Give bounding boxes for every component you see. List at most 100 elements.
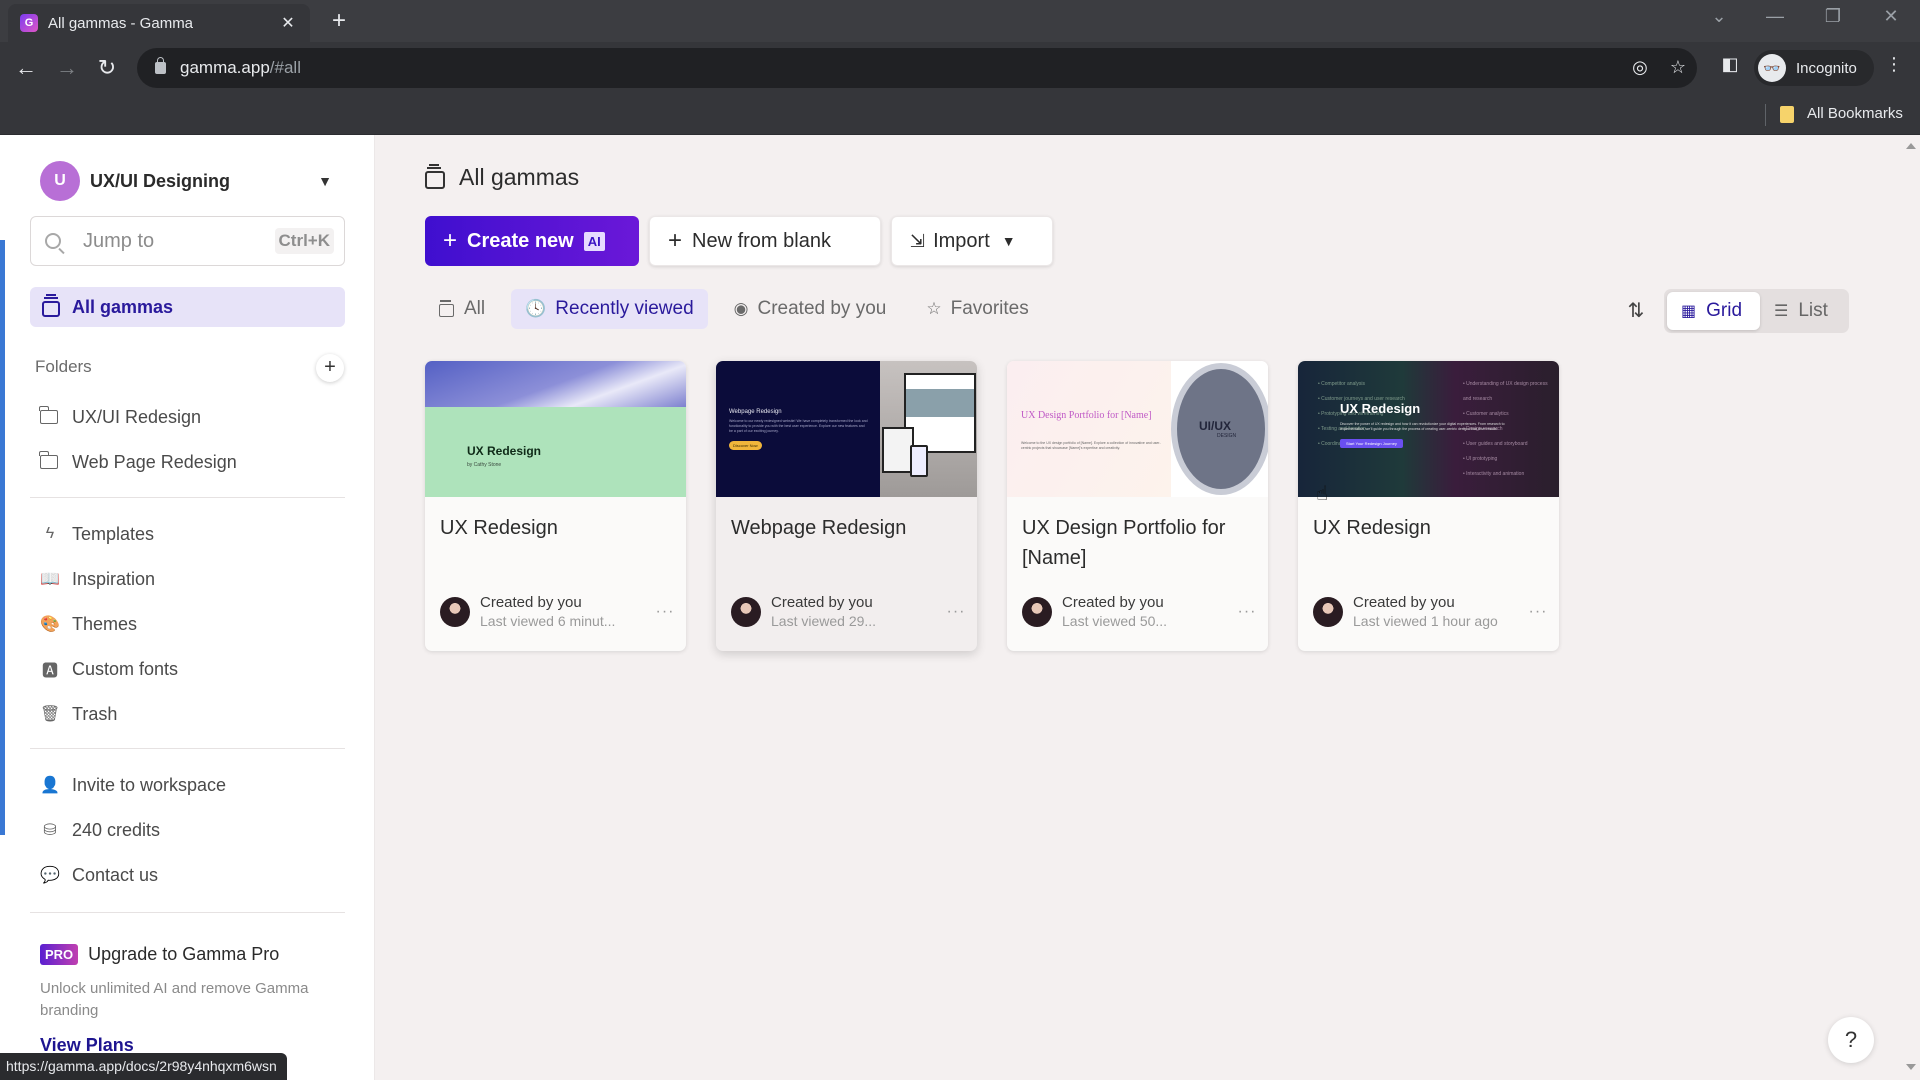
gamma-card[interactable]: • Competitor analysis • Customer journeys…	[1298, 361, 1559, 651]
gamma-card[interactable]: UX Redesign by Cathy Stone UX Redesign C…	[425, 361, 686, 651]
sidebar-item-credits[interactable]: ⛁ 240 credits	[40, 814, 340, 846]
filter-created-by-you[interactable]: ◉ Created by you	[720, 289, 901, 329]
browser-tab[interactable]: G All gammas - Gamma ✕	[8, 4, 310, 42]
new-from-blank-button[interactable]: + New from blank	[649, 216, 881, 266]
page-title-text: All gammas	[459, 164, 580, 190]
import-icon: ⇲	[910, 230, 926, 251]
plus-icon: +	[668, 227, 683, 254]
thumbnail-heading: Webpage Redesign	[729, 409, 782, 415]
sidebar-item-label: Themes	[72, 613, 138, 634]
upgrade-pro-link[interactable]: PRO Upgrade to Gamma Pro	[40, 944, 279, 965]
folder-item[interactable]: UX/UI Redesign	[39, 401, 340, 433]
card-footer: Created by you Last viewed 50... ···	[1022, 594, 1257, 630]
card-thumbnail: UX Design Portfolio for [Name] Welcome t…	[1007, 361, 1268, 497]
gamma-favicon-icon: G	[20, 14, 38, 32]
folder-label: UX/UI Redesign	[72, 406, 202, 427]
star-icon: ☆	[926, 299, 942, 318]
jump-to-search[interactable]: Jump to Ctrl+K	[30, 216, 345, 266]
card-creator: Created by you	[480, 594, 582, 611]
thumbnail-bullet: • Competitor analysis	[1318, 381, 1366, 387]
import-button[interactable]: ⇲ Import ▼	[891, 216, 1053, 266]
sidebar-item-inspiration[interactable]: 📖 Inspiration	[40, 563, 340, 595]
filter-label: Recently viewed	[555, 298, 694, 319]
coins-icon: ⛁	[43, 822, 57, 839]
folder-item[interactable]: Web Page Redesign	[39, 446, 340, 478]
sidebar-item-invite[interactable]: 👤 Invite to workspace	[40, 769, 340, 801]
phone-shape	[910, 445, 928, 477]
thumbnail-wave-banner	[425, 361, 686, 407]
sidebar-item-trash[interactable]: 🗑 Trash	[40, 698, 340, 730]
workspace-name: UX/UI Designing	[90, 170, 231, 191]
card-title: UX Design Portfolio for [Name]	[1022, 517, 1226, 569]
sidebar-item-themes[interactable]: 🎨 Themes	[40, 608, 340, 640]
sidebar-item-label: Trash	[72, 703, 118, 724]
close-tab-icon[interactable]: ✕	[278, 13, 298, 33]
filter-label: All	[464, 298, 486, 319]
new-tab-button[interactable]: +	[325, 8, 353, 36]
bookmark-folder-icon	[1780, 106, 1794, 123]
profile-label: Incognito	[1796, 59, 1857, 77]
thumbnail-badge: UI/UX	[1199, 419, 1232, 433]
scroll-up-arrow[interactable]	[1906, 143, 1916, 149]
plus-icon: +	[443, 227, 458, 254]
card-thumbnail: • Competitor analysis • Customer journeys…	[1298, 361, 1559, 497]
list-view-button[interactable]: ☰ List	[1760, 292, 1842, 330]
url-host: gamma.app	[180, 58, 270, 77]
sidebar-item-custom-fonts[interactable]: 🅰 Custom fonts	[40, 653, 340, 685]
url-path: /#all	[269, 58, 301, 77]
card-title: Webpage Redesign	[731, 517, 907, 539]
create-new-button[interactable]: + Create new AI	[425, 216, 639, 266]
thumbnail-button: Discover Now	[729, 441, 762, 450]
restore-icon[interactable]: ❐	[1818, 6, 1848, 27]
card-footer: Created by you Last viewed 29... ···	[731, 594, 966, 630]
sort-icon[interactable]: ⇅	[1620, 295, 1652, 327]
thumbnail-bullet: • User guides and storyboard	[1463, 441, 1528, 447]
thumbnail-body: • Competitor analysis • Customer journeys…	[1298, 361, 1559, 497]
gamma-grid: UX Redesign by Cathy Stone UX Redesign C…	[425, 361, 1589, 651]
monitor-shape	[904, 373, 976, 453]
eye-off-icon[interactable]: ◎	[1628, 57, 1652, 78]
clock-icon: 🕓	[525, 299, 547, 318]
card-footer: Created by you Last viewed 1 hour ago ··…	[1313, 594, 1548, 630]
grid-view-button[interactable]: ▦ Grid	[1667, 292, 1760, 330]
workspace-switcher[interactable]: U UX/UI Designing ▼	[40, 161, 332, 201]
card-last-viewed: Last viewed 1 hour ago	[1353, 613, 1498, 629]
scroll-down-arrow[interactable]	[1906, 1064, 1916, 1070]
thumbnail-heading: UX Redesign	[1340, 401, 1421, 416]
tab-title: All gammas - Gamma	[48, 14, 194, 32]
menu-kebab-icon[interactable]: ⋮	[1880, 54, 1908, 75]
incognito-profile-button[interactable]: 👓 Incognito	[1754, 50, 1874, 86]
sidebar-item-all-gammas[interactable]: All gammas	[30, 287, 345, 327]
workspace-avatar: U	[40, 161, 80, 201]
filter-recently-viewed[interactable]: 🕓 Recently viewed	[511, 289, 708, 329]
side-panel-icon[interactable]: ◧	[1716, 54, 1744, 75]
more-options-icon[interactable]: ···	[1237, 603, 1257, 621]
sidebar-item-templates[interactable]: ϟ Templates	[40, 518, 340, 550]
star-icon[interactable]: ☆	[1666, 57, 1690, 78]
filter-all[interactable]: All	[425, 289, 499, 329]
more-options-icon[interactable]: ···	[1528, 603, 1548, 621]
back-icon[interactable]: ←	[12, 54, 40, 82]
gamma-card[interactable]: Webpage Redesign Welcome to our newly re…	[716, 361, 977, 651]
thumbnail-byline: by Cathy Stone	[467, 462, 502, 468]
add-folder-button[interactable]: +	[316, 354, 344, 382]
sidebar-item-label: 240 credits	[72, 819, 161, 840]
thumbnail-uiux-image: UI/UX DESIGN	[1171, 361, 1268, 497]
chat-icon: 💬	[40, 867, 60, 884]
close-window-icon[interactable]: ✕	[1876, 6, 1906, 27]
more-options-icon[interactable]: ···	[946, 603, 966, 621]
tab-search-icon[interactable]: ⌄	[1704, 6, 1734, 27]
forward-icon[interactable]: →	[53, 54, 81, 82]
folder-label: Web Page Redesign	[72, 451, 237, 472]
minimize-icon[interactable]: —	[1760, 6, 1790, 27]
gamma-card[interactable]: UX Design Portfolio for [Name] Welcome t…	[1007, 361, 1268, 651]
all-bookmarks-link[interactable]: All Bookmarks	[1807, 105, 1903, 122]
address-bar[interactable]: gamma.app/#all ◎ ☆	[137, 48, 1697, 88]
reload-icon[interactable]: ↻	[93, 54, 121, 82]
sidebar-item-contact[interactable]: 💬 Contact us	[40, 859, 340, 891]
filter-favorites[interactable]: ☆ Favorites	[912, 289, 1042, 329]
upgrade-description: Unlock unlimited AI and remove Gamma bra…	[40, 980, 309, 1019]
more-options-icon[interactable]: ···	[655, 603, 675, 621]
help-button[interactable]: ?	[1828, 1017, 1874, 1063]
filter-label: Favorites	[950, 298, 1029, 319]
